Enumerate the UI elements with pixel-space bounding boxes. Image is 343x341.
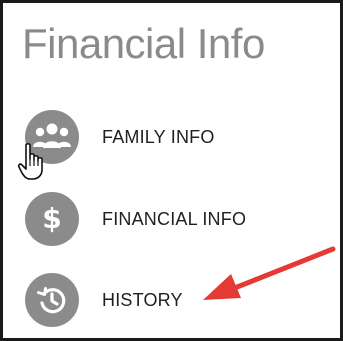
panel-title: Financial Info (22, 20, 265, 67)
financial-info-panel: Financial Info FAMILY INFO $ FINANCIAL I… (0, 0, 343, 341)
menu-item-label: HISTORY (102, 289, 183, 310)
history-icon (25, 273, 79, 327)
menu-item-label: FINANCIAL INFO (102, 208, 247, 229)
hand-pointer-icon (17, 143, 43, 180)
dollar-glyph: $ (42, 202, 62, 235)
dollar-icon: $ (25, 192, 79, 246)
menu-item-label: FAMILY INFO (102, 126, 215, 147)
red-arrow-annotation (203, 246, 336, 300)
menu-item-family-info[interactable]: FAMILY INFO (25, 109, 325, 165)
